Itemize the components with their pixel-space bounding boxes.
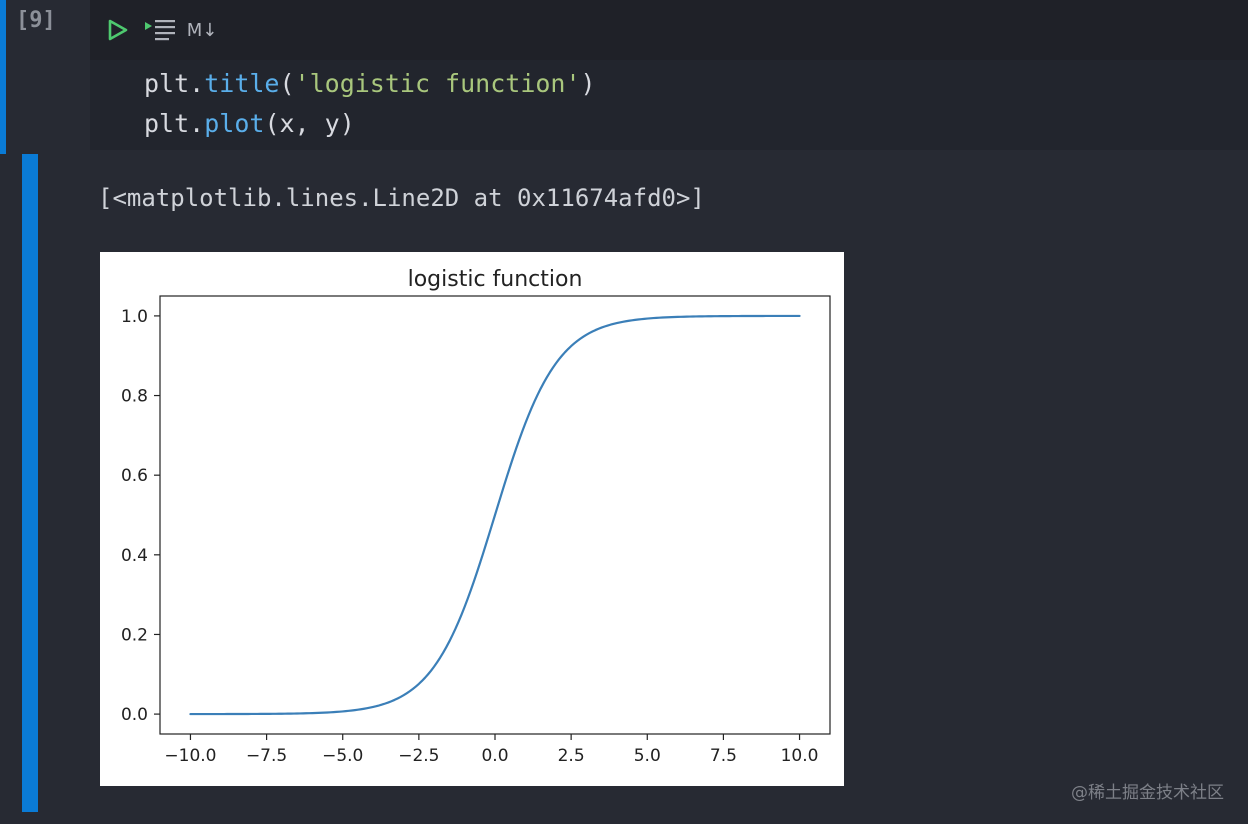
active-cell-indicator xyxy=(0,0,6,154)
markdown-toggle-button[interactable]: M↓ xyxy=(182,10,222,50)
code-token-string: 'logistic function' xyxy=(294,69,581,98)
x-tick-label: −7.5 xyxy=(246,746,287,766)
code-token-paren-open: ( xyxy=(264,109,280,138)
code-token-function: plot xyxy=(204,109,265,138)
output-text: [<matplotlib.lines.Line2D at 0x11674afd0… xyxy=(98,184,705,212)
y-tick-label: 0.4 xyxy=(121,546,148,566)
series-line xyxy=(189,314,801,716)
output-collapse-bar[interactable] xyxy=(22,154,38,812)
code-line: plt.plot(x, y) xyxy=(144,104,355,144)
y-tick-label: 1.0 xyxy=(121,307,148,327)
x-tick-label: −5.0 xyxy=(322,746,363,766)
code-token-paren-open: ( xyxy=(279,69,295,98)
code-cell[interactable]: M↓ plt.title('logistic function') plt.pl… xyxy=(90,0,1248,150)
execution-count: [9] xyxy=(16,8,56,33)
x-tick-label: 2.5 xyxy=(558,746,585,766)
play-icon xyxy=(108,19,128,41)
code-token-dot: . xyxy=(189,69,205,98)
x-tick-label: −2.5 xyxy=(398,746,439,766)
code-token-args: x, y xyxy=(279,109,340,138)
run-cell-button[interactable] xyxy=(98,10,138,50)
cell-toolbar: M↓ xyxy=(90,6,1248,54)
code-editor[interactable]: plt.title('logistic function') plt.plot(… xyxy=(90,60,1248,150)
chart-title: logistic function xyxy=(408,267,583,292)
watermark: @稀土掘金技术社区 xyxy=(1071,783,1224,803)
code-token-dot: . xyxy=(189,109,205,138)
code-token-function: title xyxy=(204,69,280,98)
code-token-object: plt xyxy=(144,109,190,138)
code-token-paren-close: ) xyxy=(339,109,355,138)
x-tick-label: −10.0 xyxy=(164,746,216,766)
x-tick-label: 7.5 xyxy=(710,746,737,766)
y-tick-label: 0.2 xyxy=(121,625,148,645)
code-line: plt.title('logistic function') xyxy=(144,64,596,104)
y-tick-label: 0.8 xyxy=(121,387,148,407)
plot-output: logistic function 0.0 0.2 0.4 0.6 0.8 1.0 −10.0… xyxy=(100,252,844,786)
x-tick-label: 10.0 xyxy=(781,746,819,766)
code-token-object: plt xyxy=(144,69,190,98)
y-tick-label: 0.0 xyxy=(121,705,148,725)
x-tick-label: 5.0 xyxy=(634,746,661,766)
code-token-paren-close: ) xyxy=(580,69,596,98)
y-tick-label: 0.6 xyxy=(121,466,148,486)
logistic-chart: logistic function 0.0 0.2 0.4 0.6 0.8 1.0 −10.0… xyxy=(121,267,831,766)
run-below-button[interactable] xyxy=(138,10,182,50)
x-tick-label: 0.0 xyxy=(481,746,508,766)
run-below-icon xyxy=(145,20,175,41)
